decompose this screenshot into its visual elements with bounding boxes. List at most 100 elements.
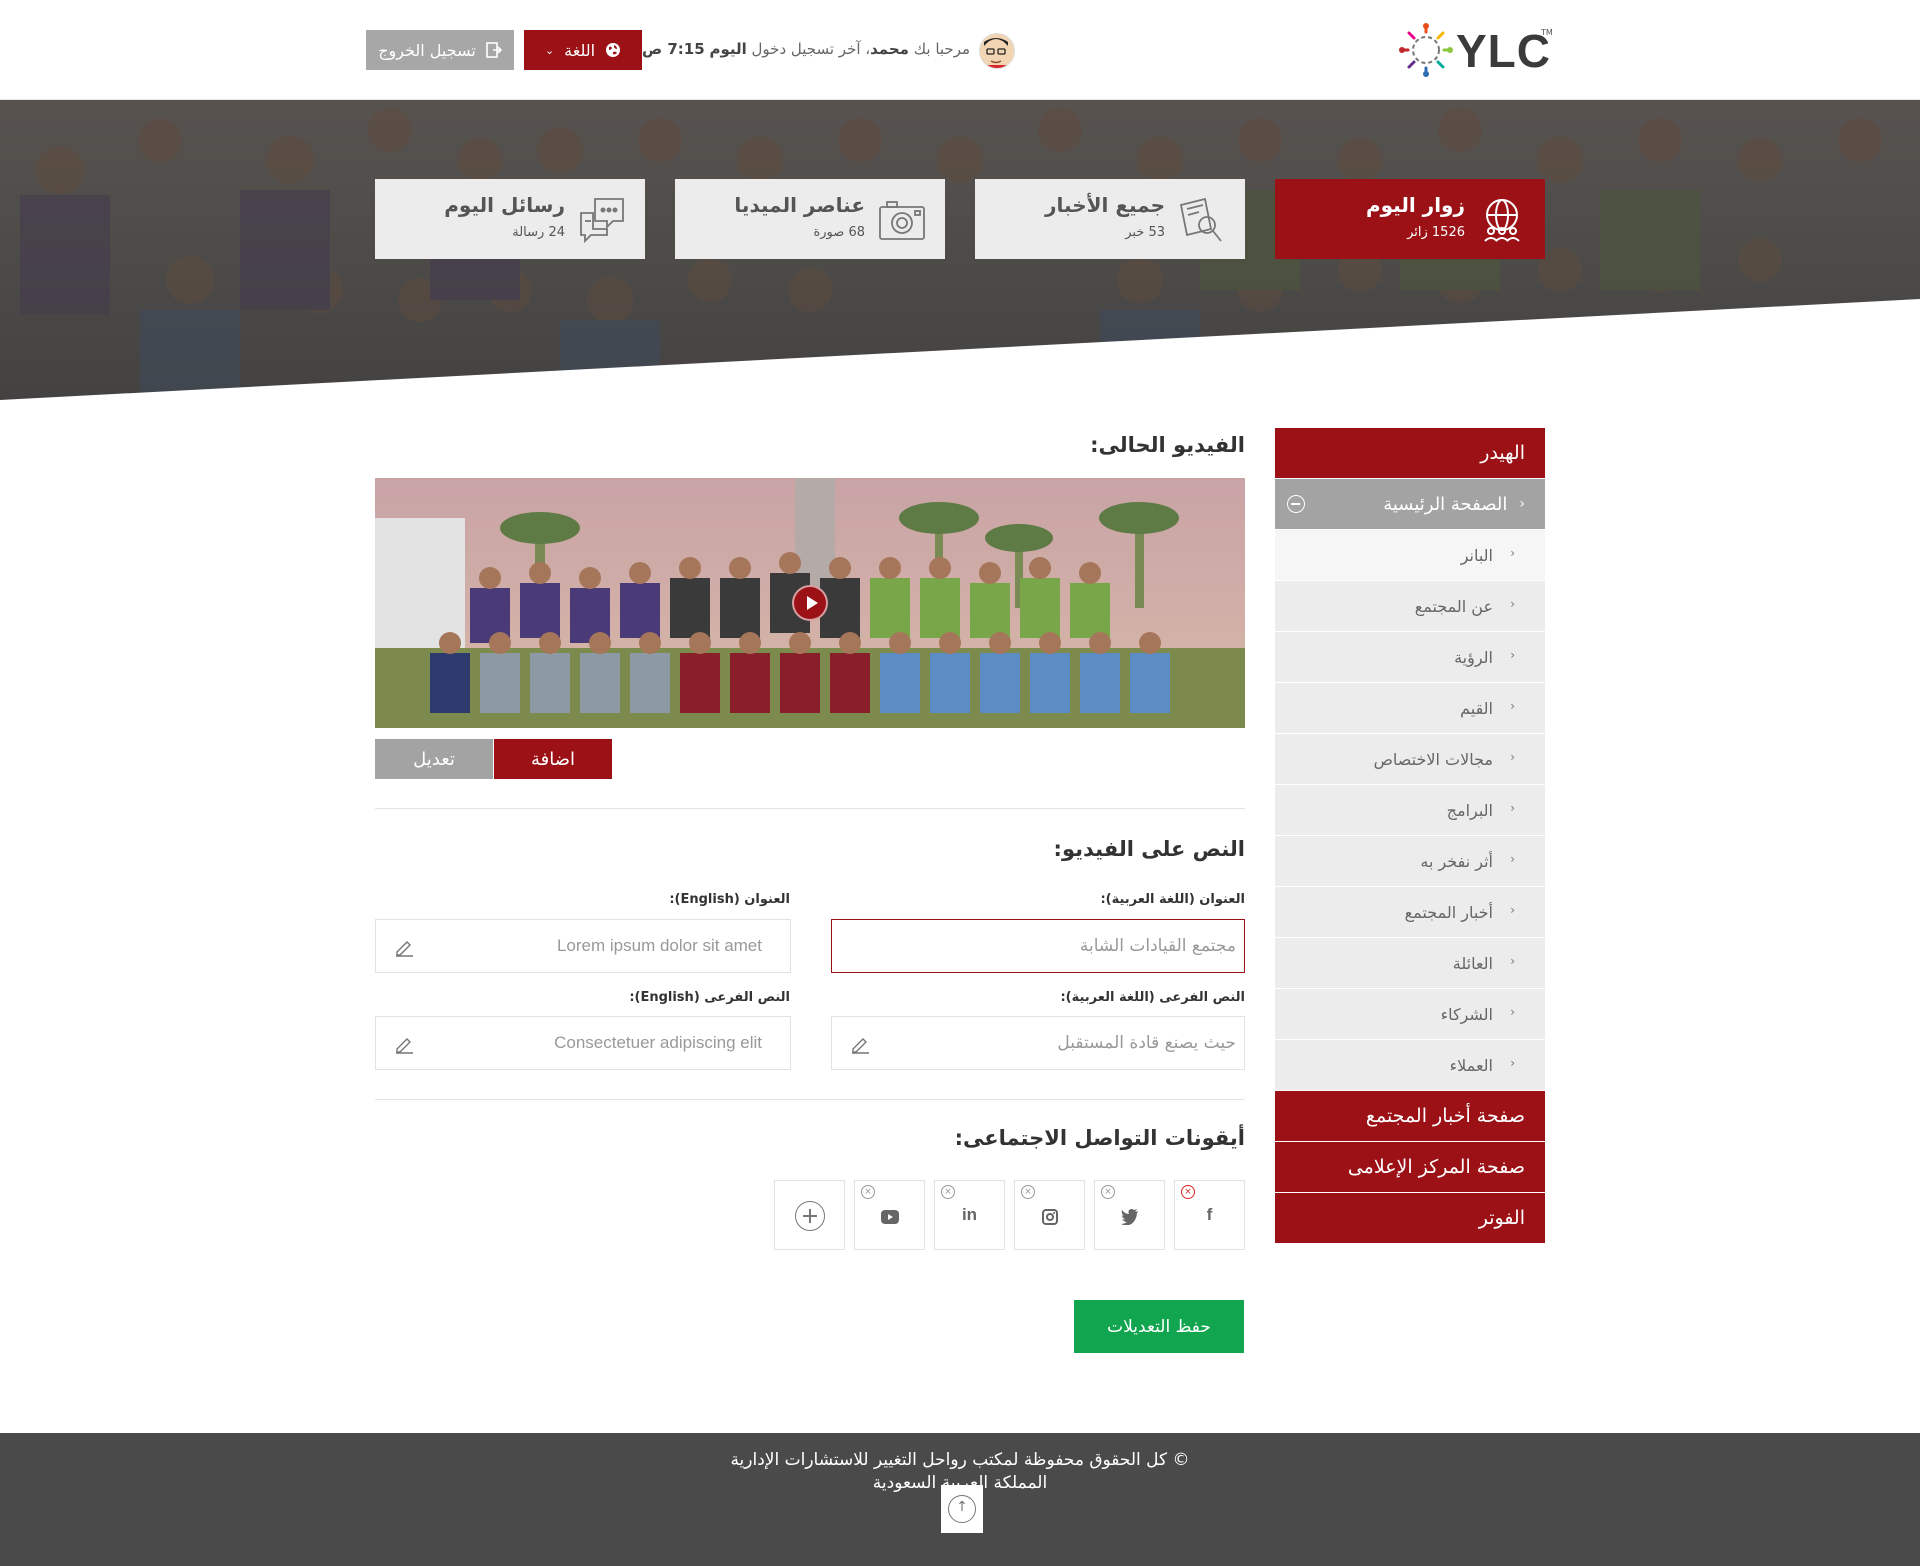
pencil-icon[interactable]	[394, 937, 414, 957]
sub-ar-input[interactable]	[832, 1017, 1244, 1069]
sidebar-item-home[interactable]: ‹ الصفحة الرئيسية	[1275, 479, 1545, 529]
sidebar-subitem-values[interactable]: ‹ القيم	[1275, 683, 1545, 733]
sidebar-item-label: الرؤية	[1454, 647, 1493, 667]
twitter-icon	[1121, 1209, 1138, 1225]
remove-icon[interactable]: ×	[1181, 1185, 1195, 1199]
scroll-to-top-button[interactable]	[941, 1485, 983, 1533]
ylc-logo[interactable]: YLC TM	[1398, 22, 1553, 78]
sidebar-item-label: الهيدر	[1480, 442, 1525, 464]
sidebar-subitem-clients[interactable]: ‹ العملاء	[1275, 1040, 1545, 1090]
sidebar-subitem-specialties[interactable]: ‹ مجالات الاختصاص	[1275, 734, 1545, 784]
remove-icon[interactable]: ×	[941, 1185, 955, 1199]
edit-video-button[interactable]: تعديل	[375, 739, 493, 779]
remove-icon[interactable]: ×	[861, 1185, 875, 1199]
facebook-icon: f	[1206, 1205, 1213, 1224]
sidebar-subitem-banner[interactable]: ‹ البانر	[1275, 530, 1545, 580]
sidebar-item-label: أثر نفخر به	[1420, 851, 1493, 871]
stat-sub: 68 صورة	[813, 225, 865, 240]
chevron-left-icon: ‹	[1510, 1005, 1515, 1019]
sidebar-item-header[interactable]: الهيدر	[1275, 428, 1545, 478]
remove-icon[interactable]: ×	[1021, 1185, 1035, 1199]
video-text-title: النص على الفيديو:	[1053, 837, 1245, 861]
logout-icon	[486, 42, 502, 58]
sub-en-input[interactable]	[376, 1017, 790, 1069]
user-name: محمد	[870, 40, 909, 58]
social-icons-title: أيقونات التواصل الاجتماعى:	[954, 1126, 1245, 1150]
add-video-button[interactable]: اضافة	[494, 739, 612, 779]
title-en-field[interactable]	[375, 919, 791, 973]
save-changes-button[interactable]: حفظ التعديلات	[1074, 1300, 1244, 1353]
sidebar-item-label: العائلة	[1452, 953, 1493, 973]
top-bar: YLC TM مرحبا بك محمد، آخر تسجيل دخول الي…	[0, 0, 1920, 100]
add-social-icon-button[interactable]	[774, 1180, 845, 1250]
stat-card-messages[interactable]: رسائل اليوم 24 رسالة	[375, 179, 645, 259]
sidebar: الهيدر ‹ الصفحة الرئيسية ‹ البانر ‹ عن ا…	[1275, 428, 1545, 1244]
title-en-label: العنوان (English):	[669, 892, 790, 907]
social-linkedin-tile[interactable]: × in	[934, 1180, 1005, 1250]
collapse-icon[interactable]	[1287, 495, 1305, 513]
logo-mark-icon	[1399, 23, 1453, 77]
pencil-icon[interactable]	[850, 1034, 870, 1054]
chevron-left-icon: ‹	[1510, 699, 1515, 713]
chevron-left-icon: ‹	[1510, 597, 1515, 611]
sidebar-subitem-programs[interactable]: ‹ البرامج	[1275, 785, 1545, 835]
sidebar-subitem-impact[interactable]: ‹ أثر نفخر به	[1275, 836, 1545, 886]
sidebar-subitem-partners[interactable]: ‹ الشركاء	[1275, 989, 1545, 1039]
language-label: اللغة	[564, 40, 596, 60]
sidebar-item-label: العملاء	[1449, 1055, 1493, 1075]
remove-icon[interactable]: ×	[1101, 1185, 1115, 1199]
sub-ar-field[interactable]	[831, 1016, 1245, 1070]
sidebar-subitem-vision[interactable]: ‹ الرؤية	[1275, 632, 1545, 682]
sidebar-item-label: الصفحة الرئيسية	[1383, 493, 1508, 515]
instagram-icon	[1042, 1209, 1058, 1225]
play-icon[interactable]	[792, 585, 828, 621]
sidebar-item-news-page[interactable]: صفحة أخبار المجتمع	[1275, 1091, 1545, 1141]
social-youtube-tile[interactable]: ×	[854, 1180, 925, 1250]
sidebar-item-label: القيم	[1460, 698, 1493, 718]
avatar[interactable]	[979, 33, 1015, 69]
sidebar-subitem-about[interactable]: ‹ عن المجتمع	[1275, 581, 1545, 631]
chevron-left-icon: ‹	[1510, 954, 1515, 968]
logo-text: YLC	[1456, 25, 1551, 77]
sidebar-item-footer[interactable]: الفوتر	[1275, 1193, 1545, 1243]
section-divider	[375, 1099, 1245, 1100]
stat-card-news[interactable]: جميع الأخبار 53 خبر	[975, 179, 1245, 259]
sidebar-item-label: البانر	[1460, 545, 1493, 565]
language-dropdown-button[interactable]: اللغة ⌄	[524, 30, 642, 70]
sub-en-label: النص الفرعى (English):	[629, 990, 790, 1005]
stat-sub: 53 خبر	[1125, 225, 1165, 240]
title-ar-field[interactable]	[831, 919, 1245, 973]
welcome-message: مرحبا بك محمد، آخر تسجيل دخول اليوم 7:15…	[642, 40, 970, 58]
stat-title: جميع الأخبار	[1045, 193, 1165, 217]
logout-button[interactable]: تسجيل الخروج	[366, 30, 514, 70]
sidebar-item-label: البرامج	[1446, 800, 1493, 820]
last-login-prefix: ، آخر تسجيل دخول	[751, 40, 871, 58]
sidebar-item-label: صفحة أخبار المجتمع	[1365, 1105, 1525, 1127]
current-video-preview[interactable]	[375, 478, 1245, 728]
social-facebook-tile[interactable]: × f	[1174, 1180, 1245, 1250]
chevron-left-icon: ‹	[1510, 648, 1515, 662]
sub-ar-label: النص الفرعى (اللغة العربية):	[1060, 990, 1245, 1005]
social-instagram-tile[interactable]: ×	[1014, 1180, 1085, 1250]
sidebar-subitem-family[interactable]: ‹ العائلة	[1275, 938, 1545, 988]
chevron-down-icon: ⌄	[544, 43, 555, 57]
chevron-left-icon: ‹	[1510, 852, 1515, 866]
pencil-icon[interactable]	[394, 1034, 414, 1054]
social-twitter-tile[interactable]: ×	[1094, 1180, 1165, 1250]
stat-card-visitors[interactable]: زوار اليوم 1526 زائر	[1275, 179, 1545, 259]
chevron-left-icon: ‹	[1510, 546, 1515, 560]
chevron-left-icon: ‹	[1510, 750, 1515, 764]
youtube-icon	[881, 1210, 899, 1224]
logout-label: تسجيل الخروج	[378, 40, 476, 60]
sidebar-subitem-community-news[interactable]: ‹ أخبار المجتمع	[1275, 887, 1545, 937]
chevron-left-icon: ‹	[1510, 903, 1515, 917]
sidebar-item-media-page[interactable]: صفحة المركز الإعلامى	[1275, 1142, 1545, 1192]
welcome-prefix: مرحبا بك	[913, 40, 970, 58]
section-divider	[375, 808, 1245, 809]
title-ar-input[interactable]	[832, 920, 1244, 972]
title-en-input[interactable]	[376, 920, 790, 972]
sub-en-field[interactable]	[375, 1016, 791, 1070]
stat-title: رسائل اليوم	[444, 193, 565, 217]
current-video-title: الفيديو الحالى:	[1090, 433, 1245, 457]
stat-card-media[interactable]: عناصر الميديا 68 صورة	[675, 179, 945, 259]
